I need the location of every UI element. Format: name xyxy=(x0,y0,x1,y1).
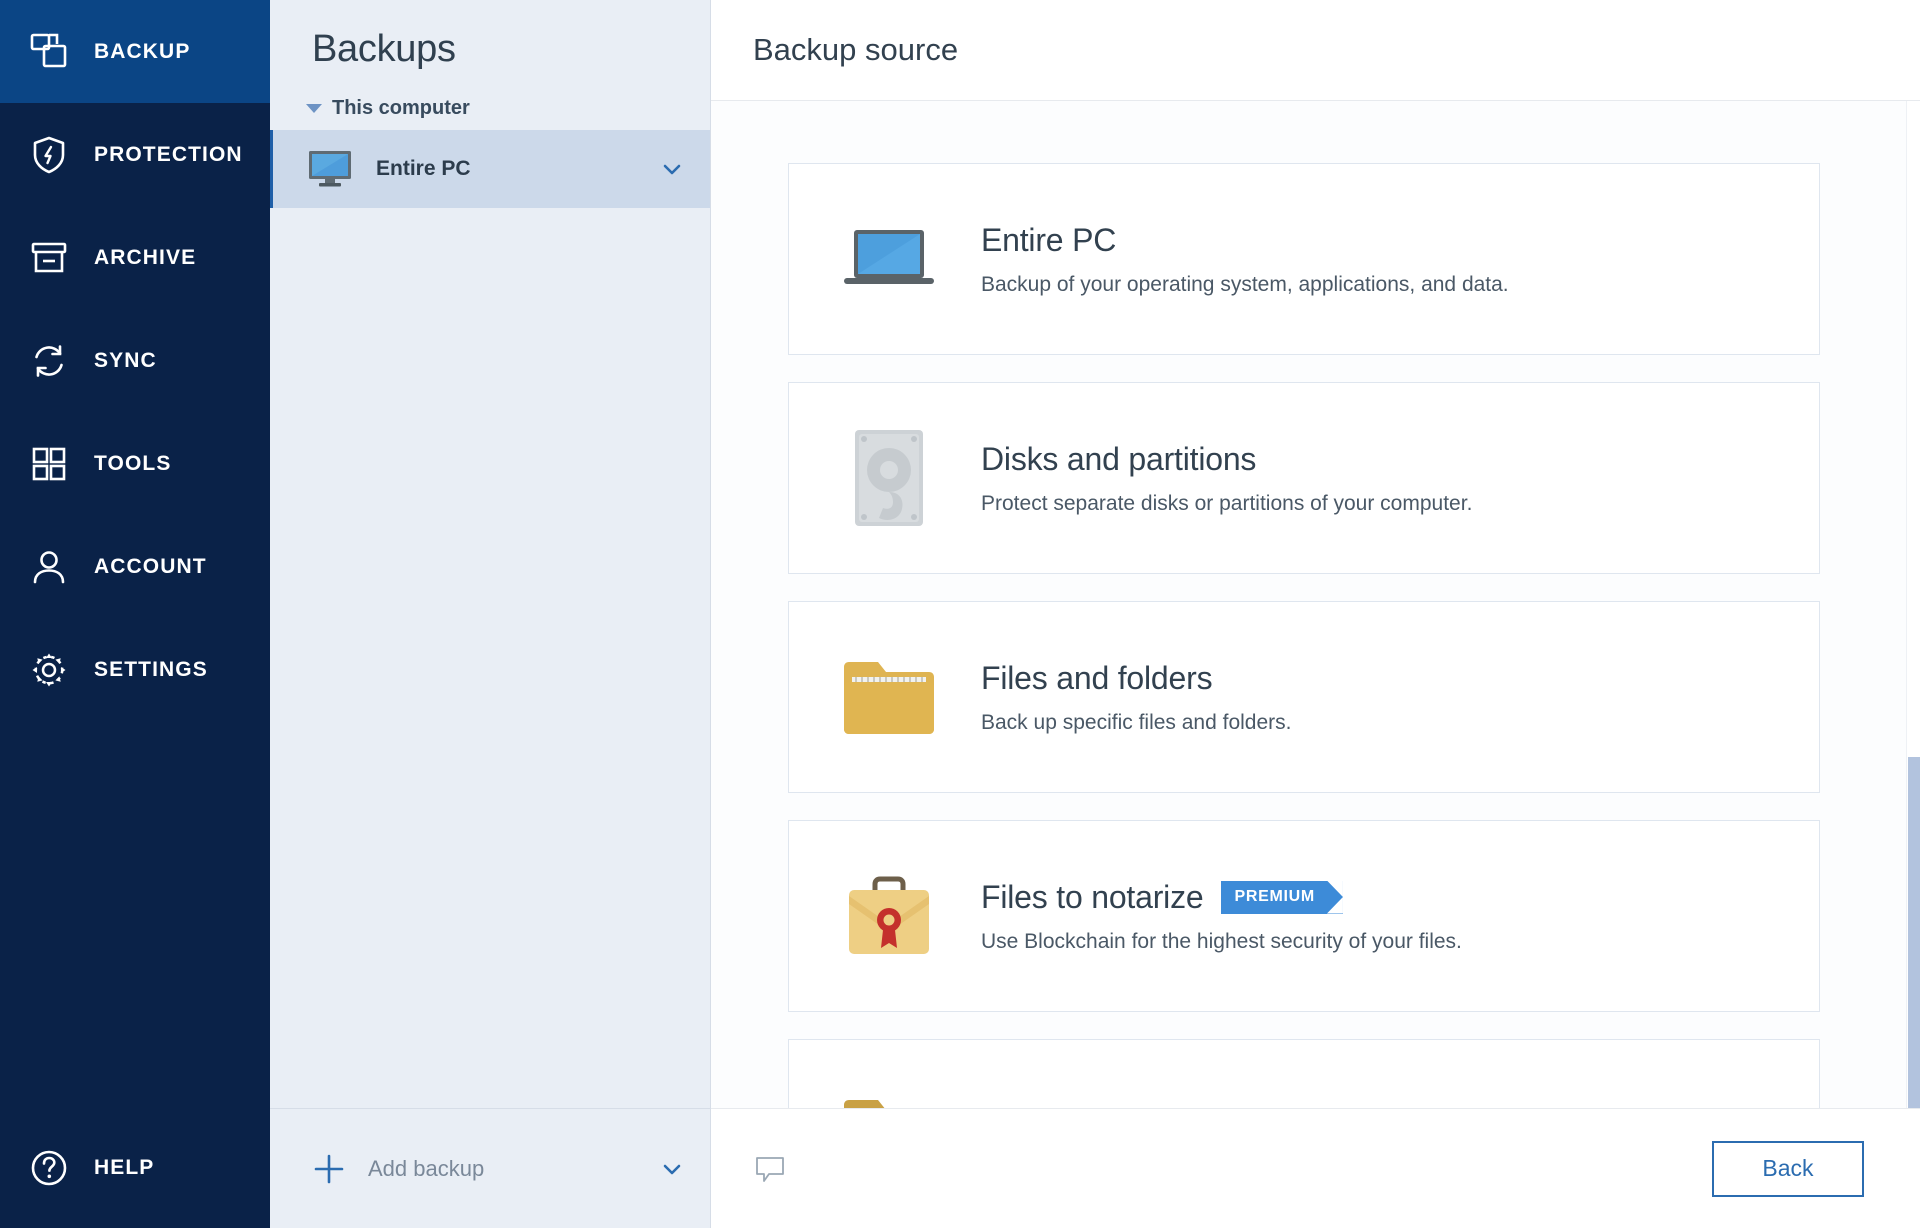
status-badge-premium: PREMIUM xyxy=(1221,881,1342,914)
tree-group-this-computer[interactable]: This computer xyxy=(270,71,710,130)
card-title-row: Files and folders xyxy=(981,660,1292,697)
sidebar-item-label: PROTECTION xyxy=(94,143,243,167)
plus-icon xyxy=(312,1152,346,1186)
primary-sidebar: BACKUP PROTECTION ARCHIVE xyxy=(0,0,270,1228)
sidebar-item-settings[interactable]: SETTINGS xyxy=(0,618,270,721)
person-icon xyxy=(26,544,72,590)
scrollbar-thumb[interactable] xyxy=(1908,757,1920,1108)
harddisk-icon xyxy=(837,426,941,530)
card-title: Entire PC xyxy=(981,222,1116,259)
backup-source-card-entire-pc[interactable]: Entire PC Backup of your operating syste… xyxy=(788,163,1820,355)
gear-icon xyxy=(26,647,72,693)
page-title: Backup source xyxy=(753,32,958,68)
backup-source-card-maize[interactable]: MAIZE xyxy=(788,1039,1820,1108)
sidebar-item-label: ACCOUNT xyxy=(94,555,207,579)
backup-list-item-label: Entire PC xyxy=(376,157,660,181)
card-subtitle: Backup of your operating system, applica… xyxy=(981,273,1509,297)
question-circle-icon xyxy=(26,1145,72,1191)
grid-icon xyxy=(26,441,72,487)
main-content: Backup source Ent xyxy=(711,0,1920,1228)
main-header: Backup source xyxy=(711,0,1920,101)
sidebar-item-help[interactable]: HELP xyxy=(0,1108,270,1228)
sidebar-spacer xyxy=(0,721,270,1108)
sidebar-item-label: HELP xyxy=(94,1156,154,1180)
card-title: Files and folders xyxy=(981,660,1212,697)
card-text: Files to notarize PREMIUM Use Blockchain… xyxy=(981,879,1462,954)
chat-bubble-icon[interactable] xyxy=(753,1152,787,1186)
briefcase-seal-icon xyxy=(837,864,941,968)
sidebar-item-protection[interactable]: PROTECTION xyxy=(0,103,270,206)
sidebar-item-account[interactable]: ACCOUNT xyxy=(0,515,270,618)
sidebar-item-sync[interactable]: SYNC xyxy=(0,309,270,412)
card-text: Entire PC Backup of your operating syste… xyxy=(981,222,1509,297)
sidebar-item-label: TOOLS xyxy=(94,452,171,476)
backup-source-card-files-to-notarize[interactable]: Files to notarize PREMIUM Use Blockchain… xyxy=(788,820,1820,1012)
caret-down-icon[interactable] xyxy=(306,104,322,113)
add-backup-button[interactable]: Add backup xyxy=(270,1108,710,1228)
card-subtitle: Back up specific files and folders. xyxy=(981,711,1292,735)
card-text: Disks and partitions Protect separate di… xyxy=(981,441,1472,516)
tree-group-label: This computer xyxy=(332,97,470,120)
backup-list-item-entire-pc[interactable]: Entire PC xyxy=(270,130,710,208)
card-subtitle: Use Blockchain for the highest security … xyxy=(981,930,1462,954)
card-title-row: Entire PC xyxy=(981,222,1509,259)
card-title-row: Files to notarize PREMIUM xyxy=(981,879,1462,916)
vertical-scrollbar[interactable] xyxy=(1906,101,1920,1108)
footer-bar: Back xyxy=(711,1108,1920,1228)
sidebar-item-label: ARCHIVE xyxy=(94,246,196,270)
sidebar-item-label: SETTINGS xyxy=(94,658,208,682)
folder-icon xyxy=(837,645,941,749)
card-text: Files and folders Back up specific files… xyxy=(981,660,1292,735)
back-button[interactable]: Back xyxy=(1712,1141,1864,1197)
backups-panel-spacer xyxy=(270,208,710,1108)
backup-source-list: Entire PC Backup of your operating syste… xyxy=(711,101,1920,1108)
sync-icon xyxy=(26,338,72,384)
folder-icon xyxy=(837,1083,941,1108)
archive-icon xyxy=(26,235,72,281)
monitor-icon xyxy=(306,149,354,189)
backups-panel: Backups This computer Entire PC xyxy=(270,0,711,1228)
backup-source-card-disks-and-partitions[interactable]: Disks and partitions Protect separate di… xyxy=(788,382,1820,574)
shield-icon xyxy=(26,132,72,178)
sidebar-item-tools[interactable]: TOOLS xyxy=(0,412,270,515)
sidebar-item-label: BACKUP xyxy=(94,40,190,64)
chevron-down-icon[interactable] xyxy=(660,1157,684,1181)
sidebar-item-archive[interactable]: ARCHIVE xyxy=(0,206,270,309)
card-title: Files to notarize xyxy=(981,879,1203,916)
backup-source-scroll-area: Entire PC Backup of your operating syste… xyxy=(711,101,1920,1108)
card-title: Disks and partitions xyxy=(981,441,1256,478)
card-subtitle: Protect separate disks or partitions of … xyxy=(981,492,1472,516)
sidebar-item-label: SYNC xyxy=(94,349,157,373)
backup-source-card-files-and-folders[interactable]: Files and folders Back up specific files… xyxy=(788,601,1820,793)
card-title-row: Disks and partitions xyxy=(981,441,1472,478)
application-window: BACKUP PROTECTION ARCHIVE xyxy=(0,0,1920,1228)
sidebar-item-backup[interactable]: BACKUP xyxy=(0,0,270,103)
status-badge-label: PREMIUM xyxy=(1234,888,1314,906)
chevron-down-icon[interactable] xyxy=(660,157,684,181)
copies-icon xyxy=(26,29,72,75)
add-backup-label: Add backup xyxy=(368,1156,660,1182)
laptop-icon xyxy=(837,207,941,311)
backups-panel-title: Backups xyxy=(270,0,710,71)
